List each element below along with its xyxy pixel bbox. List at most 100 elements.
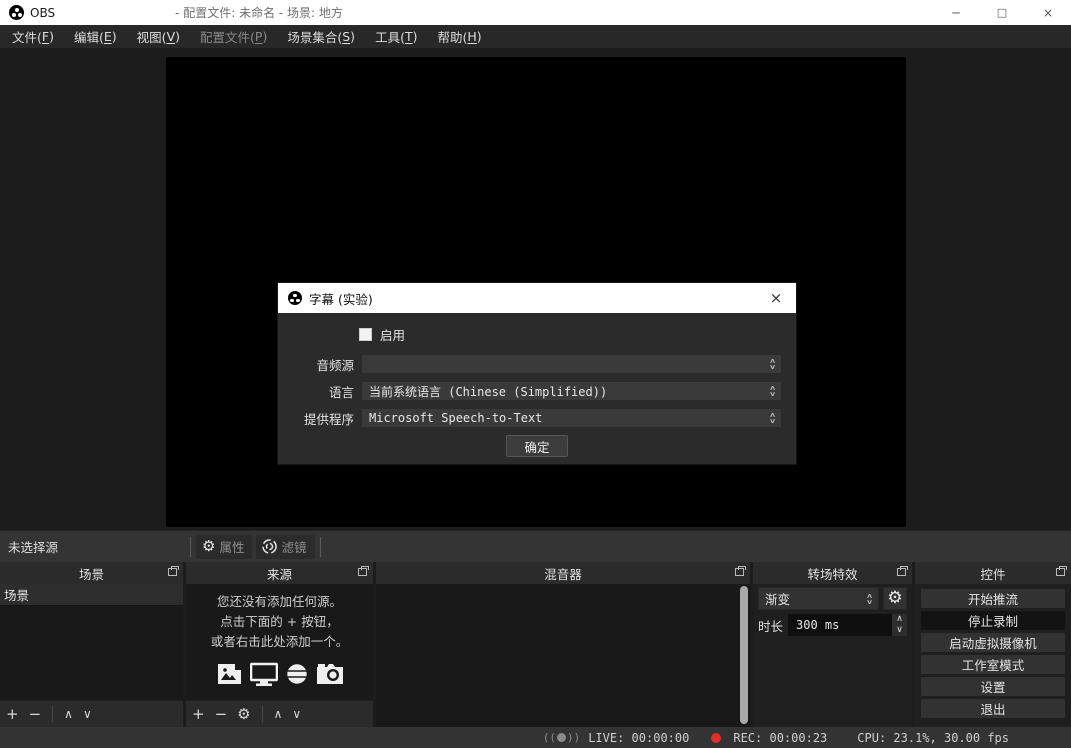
statusbar: (()) LIVE: 00:00:00 REC: 00:00:23 CPU: 2… (0, 727, 1071, 748)
rec-time: REC: 00:00:23 (733, 731, 827, 745)
dialog-titlebar: 字幕 (实验) × (278, 283, 796, 313)
audio-mixer-dock: 混音器 (376, 562, 750, 727)
transitions-dock: 转场特效 渐变 ∧∨ ⚙ 时长 (753, 562, 912, 727)
source-status-text: 未选择源 (0, 537, 58, 556)
ok-button[interactable]: 确定 (506, 435, 568, 457)
move-source-up-icon[interactable]: ∧ (274, 708, 283, 720)
audio-source-label: 音频源 (292, 355, 354, 374)
move-scene-up-icon[interactable]: ∧ (64, 708, 73, 720)
obs-logo-icon (288, 291, 302, 305)
gear-icon: ⚙ (202, 539, 215, 554)
audio-source-select[interactable]: ∧∨ (361, 354, 782, 374)
titlebar: OBS - 配置文件: 未命名 - 场景: 地方 ─ □ × (0, 0, 1071, 25)
filters-button[interactable]: 滤镜 (256, 535, 314, 559)
start-virtual-camera-button[interactable]: 启动虚拟摄像机 (921, 633, 1065, 652)
browser-source-icon (285, 662, 309, 686)
menu-help[interactable]: 帮助(H) (427, 25, 491, 48)
language-select[interactable]: 当前系统语言 (Chinese (Simplified)) ∧∨ (361, 381, 782, 401)
menu-tools[interactable]: 工具(T) (365, 25, 427, 48)
scene-list-item[interactable]: 场景 (0, 584, 183, 606)
scenes-footer-toolbar: + − ∧ ∨ (0, 700, 183, 727)
dock-float-icon[interactable] (168, 568, 177, 576)
dialog-close-icon[interactable]: × (756, 283, 796, 313)
dialog-title: 字幕 (实验) (309, 289, 373, 308)
transitions-dock-header[interactable]: 转场特效 (753, 562, 912, 584)
move-source-down-icon[interactable]: ∨ (292, 708, 301, 720)
camera-source-icon (316, 662, 344, 686)
controls-dock-header[interactable]: 控件 (915, 562, 1071, 584)
scenes-list: 场景 (0, 584, 183, 700)
properties-button[interactable]: ⚙ 属性 (196, 535, 252, 559)
menu-profile[interactable]: 配置文件(P) (190, 25, 277, 48)
sources-dock-header[interactable]: 来源 (186, 562, 373, 584)
window-controls: ─ □ × (933, 0, 1071, 25)
dock-float-icon[interactable] (735, 568, 744, 576)
duration-spinner[interactable]: 300 ms ∧ ∨ (788, 614, 907, 636)
remove-source-icon[interactable]: − (215, 707, 228, 722)
spinner-arrows: ∧ ∨ (892, 614, 907, 636)
live-time: LIVE: 00:00:00 (588, 731, 689, 745)
chevron-updown-icon: ∧∨ (765, 412, 781, 424)
scenes-dock: 场景 场景 + − ∧ ∨ (0, 562, 183, 727)
settings-button[interactable]: 设置 (921, 677, 1065, 696)
chevron-updown-icon: ∧∨ (765, 358, 781, 370)
sources-empty-hint: 您还没有添加任何源。 点击下面的 + 按钮， 或者右击此处添加一个。 (186, 592, 373, 652)
add-source-icon[interactable]: + (192, 707, 205, 722)
enable-label: 启用 (380, 325, 405, 344)
close-icon[interactable]: × (1025, 0, 1071, 25)
enable-checkbox[interactable] (359, 328, 372, 341)
chevron-updown-icon: ∧∨ (862, 593, 878, 605)
duration-label: 时长 (758, 616, 783, 635)
controls-dock: 控件 开始推流 停止录制 启动虚拟摄像机 工作室模式 设置 退出 (915, 562, 1071, 727)
maximize-icon[interactable]: □ (979, 0, 1025, 25)
dock-float-icon[interactable] (358, 568, 367, 576)
stop-recording-button[interactable]: 停止录制 (921, 611, 1065, 630)
studio-mode-button[interactable]: 工作室模式 (921, 655, 1065, 674)
obs-main-window: OBS - 配置文件: 未命名 - 场景: 地方 ─ □ × 文件(F) 编辑(… (0, 0, 1071, 748)
menu-edit[interactable]: 编辑(E) (64, 25, 127, 48)
captions-dialog: 字幕 (实验) × 启用 音频源 ∧∨ 语言 当前系统语言 (Chi (277, 282, 797, 465)
spin-up-icon[interactable]: ∧ (892, 614, 907, 625)
menu-scene-collection[interactable]: 场景集合(S) (277, 25, 365, 48)
move-scene-down-icon[interactable]: ∨ (83, 708, 92, 720)
app-name: OBS (30, 6, 55, 20)
source-toolbar: 未选择源 ⚙ 属性 滤镜 (0, 530, 1071, 562)
mixer-scrollbar[interactable] (740, 586, 748, 724)
controls-content: 开始推流 停止录制 启动虚拟摄像机 工作室模式 设置 退出 (915, 584, 1071, 727)
window-title: - 配置文件: 未命名 - 场景: 地方 (175, 4, 343, 21)
dock-float-icon[interactable] (1056, 568, 1065, 576)
transition-settings-button[interactable]: ⚙ (883, 587, 907, 610)
toolbar-separator (190, 537, 191, 557)
dock-float-icon[interactable] (897, 568, 906, 576)
minimize-icon[interactable]: ─ (933, 0, 979, 25)
add-scene-icon[interactable]: + (6, 707, 19, 722)
mixer-dock-header[interactable]: 混音器 (376, 562, 750, 584)
display-source-icon (250, 662, 278, 686)
transitions-content: 渐变 ∧∨ ⚙ 时长 300 ms ∧ ∨ (753, 584, 912, 727)
sources-footer-toolbar: + − ⚙ ∧ ∨ (186, 700, 373, 727)
sources-empty-area[interactable]: 您还没有添加任何源。 点击下面的 + 按钮， 或者右击此处添加一个。 (186, 584, 373, 700)
language-label: 语言 (292, 382, 354, 401)
source-properties-icon[interactable]: ⚙ (237, 707, 250, 722)
exit-button[interactable]: 退出 (921, 699, 1065, 718)
transition-select[interactable]: 渐变 ∧∨ (758, 587, 879, 610)
provider-select[interactable]: Microsoft Speech-to-Text ∧∨ (361, 408, 782, 428)
recording-indicator-icon (711, 733, 721, 743)
menu-view[interactable]: 视图(V) (127, 25, 190, 48)
remove-scene-icon[interactable]: − (29, 707, 42, 722)
menubar: 文件(F) 编辑(E) 视图(V) 配置文件(P) 场景集合(S) 工具(T) … (0, 25, 1071, 48)
gear-icon: ⚙ (887, 590, 902, 607)
obs-logo-icon (9, 5, 24, 20)
dialog-body: 启用 音频源 ∧∨ 语言 当前系统语言 (Chinese (Simplified… (278, 313, 796, 473)
scenes-dock-header[interactable]: 场景 (0, 562, 183, 584)
spin-down-icon[interactable]: ∨ (892, 625, 907, 636)
image-source-icon (216, 662, 243, 686)
sources-dock: 来源 您还没有添加任何源。 点击下面的 + 按钮， 或者右击此处添加一个。 (186, 562, 373, 727)
start-streaming-button[interactable]: 开始推流 (921, 589, 1065, 608)
cpu-fps-stats: CPU: 23.1%, 30.00 fps (857, 731, 1009, 745)
menu-file[interactable]: 文件(F) (2, 25, 64, 48)
mixer-content (376, 584, 750, 727)
broadcast-icon: (()) (543, 731, 581, 744)
provider-label: 提供程序 (292, 409, 354, 428)
source-type-icons (186, 662, 373, 686)
